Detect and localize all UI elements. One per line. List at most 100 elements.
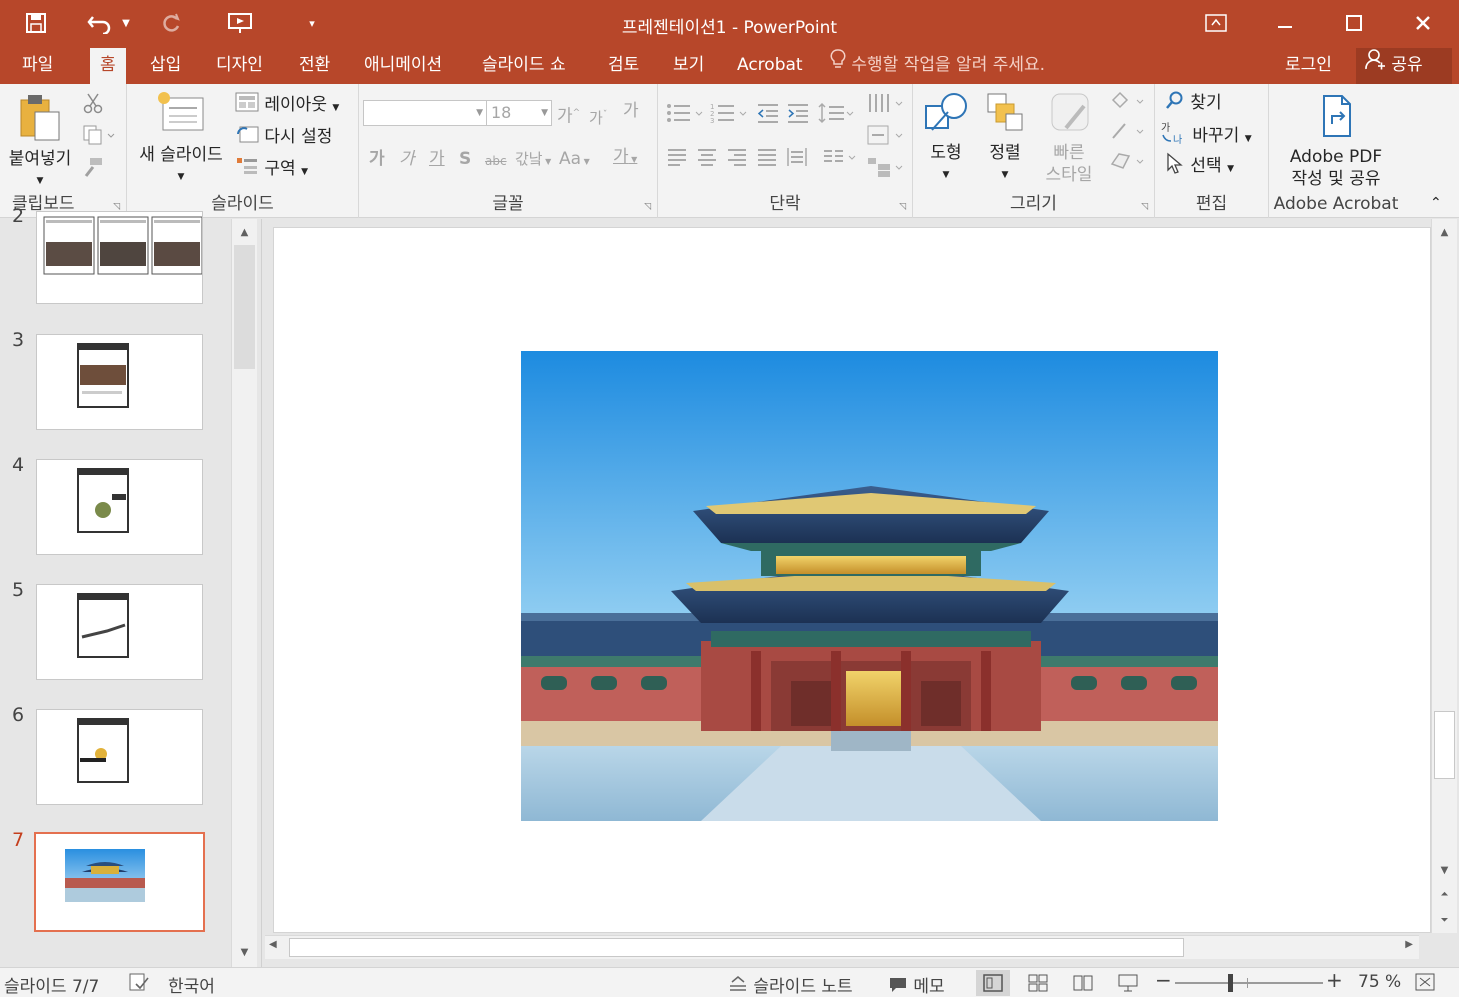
spell-check-icon[interactable] — [128, 972, 150, 997]
quick-styles-button[interactable]: 빠른 스타일 — [1037, 90, 1101, 186]
replace-button[interactable]: 가나 바꾸기 ▼ — [1161, 121, 1252, 151]
character-spacing-button[interactable]: 갃낰 ▼ — [515, 148, 551, 173]
slide-canvas[interactable] — [273, 227, 1431, 933]
select-button[interactable]: 선택 ▼ — [1165, 152, 1234, 180]
shrink-font-button[interactable]: 가ˇ — [589, 104, 607, 129]
tab-design[interactable]: 디자인 — [206, 48, 273, 84]
arrange-button[interactable]: 정렬 ▼ — [977, 90, 1033, 186]
create-pdf-button[interactable]: Adobe PDF 작성 및 공유 — [1269, 92, 1403, 190]
bold-button[interactable]: 가 — [369, 148, 385, 170]
collapse-ribbon-icon[interactable]: ⌃ — [1430, 192, 1442, 214]
tab-view[interactable]: 보기 — [663, 48, 714, 84]
editor-horizontal-scrollbar[interactable]: ◀ ▶ — [265, 935, 1419, 959]
comments-button[interactable]: 메모 — [888, 972, 945, 997]
undo-dropdown-icon[interactable]: ▼ — [116, 8, 136, 38]
palace-photo[interactable] — [521, 351, 1218, 821]
scroll-up-icon[interactable]: ▲ — [232, 221, 257, 243]
editor-scroll-up-icon[interactable]: ▲ — [1432, 221, 1457, 243]
slide-thumbnail-2[interactable] — [36, 211, 203, 304]
zoom-out-icon[interactable]: − — [1155, 968, 1172, 992]
slide-thumbnail-4[interactable] — [36, 459, 203, 555]
share-button[interactable]: 공유 — [1356, 48, 1452, 84]
increase-indent-icon[interactable] — [786, 102, 810, 130]
reset-button[interactable]: 다시 설정 — [235, 124, 332, 150]
previous-slide-icon[interactable]: ⏶ — [1432, 883, 1457, 905]
slide-sorter-icon[interactable] — [1021, 970, 1055, 996]
drawing-launcher-icon[interactable]: ◹ — [1141, 202, 1148, 212]
maximize-icon[interactable] — [1331, 0, 1377, 46]
italic-button[interactable]: 가 — [399, 148, 415, 170]
reading-view-icon[interactable] — [1066, 970, 1100, 996]
align-right-icon[interactable] — [726, 146, 748, 174]
tab-insert[interactable]: 삽입 — [140, 48, 191, 84]
strikethrough-button[interactable]: abc — [485, 150, 507, 172]
font-launcher-icon[interactable]: ◹ — [644, 202, 651, 212]
align-text-icon[interactable] — [866, 124, 906, 152]
font-color-button[interactable]: 가 ▼ — [613, 146, 637, 171]
zoom-slider-knob[interactable] — [1228, 974, 1233, 992]
underline-button[interactable]: 가 — [429, 148, 445, 170]
format-painter-icon[interactable] — [82, 156, 104, 184]
slide-thumbnail-5[interactable] — [36, 584, 203, 680]
smartart-icon[interactable] — [866, 156, 906, 184]
clear-formatting-button[interactable]: 가 — [623, 100, 639, 122]
scroll-left-icon[interactable]: ◀ — [269, 939, 277, 950]
grow-font-button[interactable]: 가^ — [557, 102, 580, 128]
start-from-beginning-icon[interactable] — [224, 8, 256, 38]
text-direction-icon[interactable] — [866, 92, 906, 120]
distributed-icon[interactable] — [786, 146, 808, 174]
minimize-icon[interactable] — [1262, 0, 1308, 46]
save-icon[interactable] — [20, 8, 52, 38]
bullets-icon[interactable] — [666, 102, 706, 130]
numbering-icon[interactable]: 123 — [710, 102, 750, 130]
language-indicator[interactable]: 한국어 — [168, 972, 215, 997]
redo-icon[interactable] — [155, 8, 187, 38]
layout-button[interactable]: 레이아웃 ▼ — [235, 92, 339, 119]
shapes-button[interactable]: 도형 ▼ — [917, 90, 975, 186]
shape-effects-icon[interactable] — [1109, 150, 1147, 178]
change-case-button[interactable]: Aa ▼ — [559, 148, 590, 173]
paragraph-launcher-icon[interactable]: ◹ — [899, 202, 906, 212]
font-name-dropdown[interactable]: ▼ — [363, 100, 487, 126]
tab-home[interactable]: 홈 — [90, 48, 126, 84]
line-spacing-icon[interactable] — [818, 102, 856, 130]
editor-scroll-down-icon[interactable]: ▼ — [1432, 859, 1457, 881]
new-slide-button[interactable]: 새 슬라이드 ▼ — [131, 90, 231, 188]
find-button[interactable]: 찾기 — [1165, 90, 1222, 116]
slide-thumbnail-6[interactable] — [36, 709, 203, 805]
font-size-dropdown[interactable]: 18 ▼ — [486, 100, 552, 126]
shape-fill-icon[interactable] — [1109, 90, 1147, 118]
tab-file[interactable]: 파일 — [12, 48, 63, 84]
section-button[interactable]: 구역 ▼ — [235, 156, 308, 183]
zoom-in-icon[interactable]: + — [1326, 968, 1343, 992]
editor-horizontal-scroll-thumb[interactable] — [289, 938, 1184, 957]
editor-vertical-scrollbar[interactable]: ▲ ▼ ⏶ ⏷ — [1431, 219, 1457, 933]
scroll-right-icon[interactable]: ▶ — [1405, 939, 1413, 950]
shape-outline-icon[interactable] — [1109, 120, 1147, 148]
copy-icon[interactable] — [82, 124, 116, 152]
shadow-button[interactable]: S — [459, 148, 471, 170]
scroll-down-icon[interactable]: ▼ — [232, 941, 257, 963]
paste-button[interactable]: 붙여넣기 ▼ — [2, 92, 78, 192]
next-slide-icon[interactable]: ⏷ — [1432, 909, 1457, 931]
columns-icon[interactable] — [822, 146, 858, 174]
normal-view-icon[interactable] — [976, 970, 1010, 996]
undo-icon[interactable] — [84, 8, 116, 38]
tab-acrobat[interactable]: Acrobat — [727, 48, 813, 84]
cut-icon[interactable] — [82, 92, 104, 120]
align-left-icon[interactable] — [666, 146, 688, 174]
fit-to-window-icon[interactable] — [1414, 972, 1436, 997]
justify-icon[interactable] — [756, 146, 778, 174]
notes-button[interactable]: 슬라이드 노트 — [728, 972, 853, 997]
slide-thumbnail-7[interactable] — [34, 832, 205, 932]
tell-me-box[interactable]: 수행할 작업을 알려 주세요. — [830, 48, 1045, 84]
tab-transitions[interactable]: 전환 — [289, 48, 340, 84]
ribbon-display-options-icon[interactable] — [1193, 0, 1239, 46]
slide-thumbnail-3[interactable] — [36, 334, 203, 430]
align-center-icon[interactable] — [696, 146, 718, 174]
sign-in-link[interactable]: 로그인 — [1285, 48, 1332, 82]
tab-slide-show[interactable]: 슬라이드 쇼 — [472, 48, 576, 84]
thumbnail-scrollbar[interactable]: ▲ ▼ — [231, 219, 257, 967]
tab-animations[interactable]: 애니메이션 — [354, 48, 452, 84]
customize-toolbar-icon[interactable]: ▾ — [296, 8, 328, 38]
